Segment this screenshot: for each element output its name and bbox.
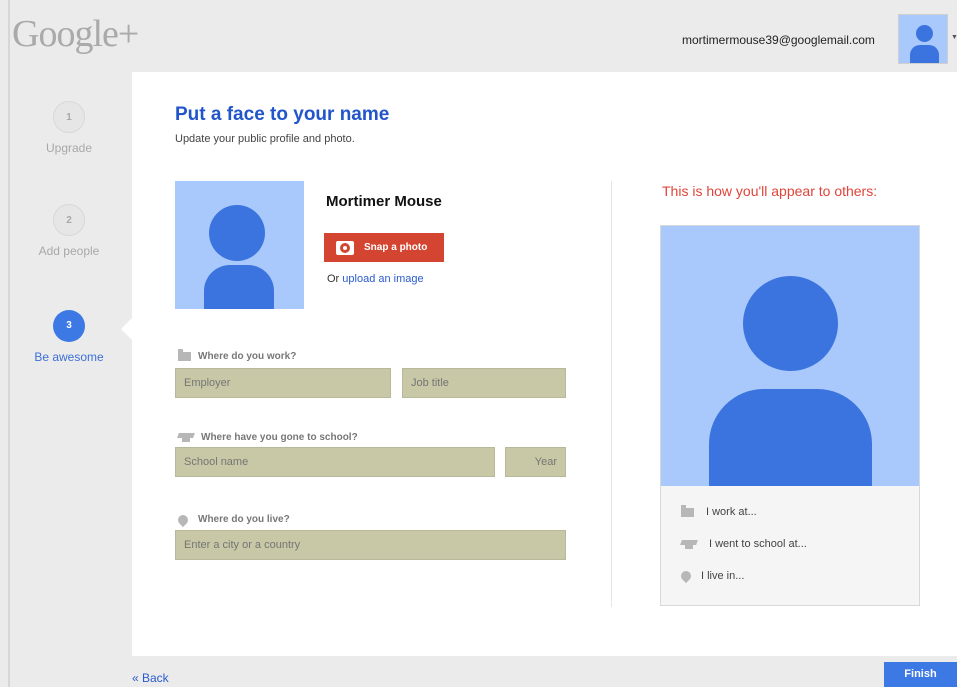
active-step-pointer [121,318,132,340]
city-input[interactable] [175,530,566,560]
upload-prefix: Or [327,273,340,285]
step-be-awesome[interactable]: 3 Be awesome [9,310,129,364]
preview-live-text: I live in... [701,570,745,582]
preview-school-text: I went to school at... [709,538,807,550]
step-label: Upgrade [45,141,93,155]
employer-input[interactable] [175,368,391,398]
finish-button[interactable]: Finish [884,662,957,687]
step-label: Be awesome [34,350,104,364]
step-label: Add people [38,244,100,258]
back-link[interactable]: « Back [132,671,169,685]
map-pin-icon [175,512,191,527]
step-number: 2 [53,204,85,236]
live-label: Where do you live? [175,512,290,527]
preview-work-line: I work at... [681,504,757,518]
live-label-text: Where do you live? [198,514,290,525]
top-bar: Google+ mortimermouse39@googlemail.com ▼ [0,0,957,72]
upload-line: Or upload an image [327,273,424,285]
preview-title: This is how you'll appear to others: [662,183,878,199]
preview-school-line: I went to school at... [681,538,807,550]
preview-live-line: I live in... [678,568,745,584]
photo-head [209,205,265,261]
snap-photo-button[interactable]: Snap a photo [324,233,444,262]
account-caret-icon[interactable]: ▼ [951,34,957,41]
school-label: Where have you gone to school? [178,432,358,443]
building-icon [681,504,694,517]
school-label-text: Where have you gone to school? [201,432,358,443]
page-subtitle: Update your public profile and photo. [175,133,355,145]
step-number: 3 [53,310,85,342]
step-number: 1 [53,101,85,133]
job-title-input[interactable] [402,368,566,398]
avatar-head [916,25,933,42]
work-label: Where do you work? [178,349,297,362]
upload-image-link[interactable]: upload an image [342,273,423,285]
preview-body [709,389,872,486]
profile-preview: I work at... I went to school at... I li… [660,225,920,606]
camera-icon [336,240,354,255]
google-plus-logo[interactable]: Google+ [12,12,139,56]
profile-photo[interactable] [175,181,304,309]
graduation-cap-icon [681,540,697,549]
step-add-people[interactable]: 2 Add people [9,204,129,258]
step-upgrade[interactable]: 1 Upgrade [9,101,129,155]
snap-photo-label: Snap a photo [364,242,428,253]
school-name-input[interactable] [175,447,495,477]
year-input[interactable] [505,447,566,477]
map-pin-icon [678,568,694,584]
photo-body [204,265,274,309]
column-divider [611,181,612,607]
account-email[interactable]: mortimermouse39@googlemail.com [682,33,875,47]
page-title: Put a face to your name [175,104,390,125]
graduation-cap-icon [178,433,194,442]
building-icon [178,349,191,361]
account-avatar[interactable] [898,14,948,64]
profile-name: Mortimer Mouse [326,193,442,210]
preview-head [743,276,838,371]
preview-work-text: I work at... [706,506,757,518]
avatar-body [910,45,939,63]
preview-photo [661,226,919,486]
work-label-text: Where do you work? [198,351,297,362]
